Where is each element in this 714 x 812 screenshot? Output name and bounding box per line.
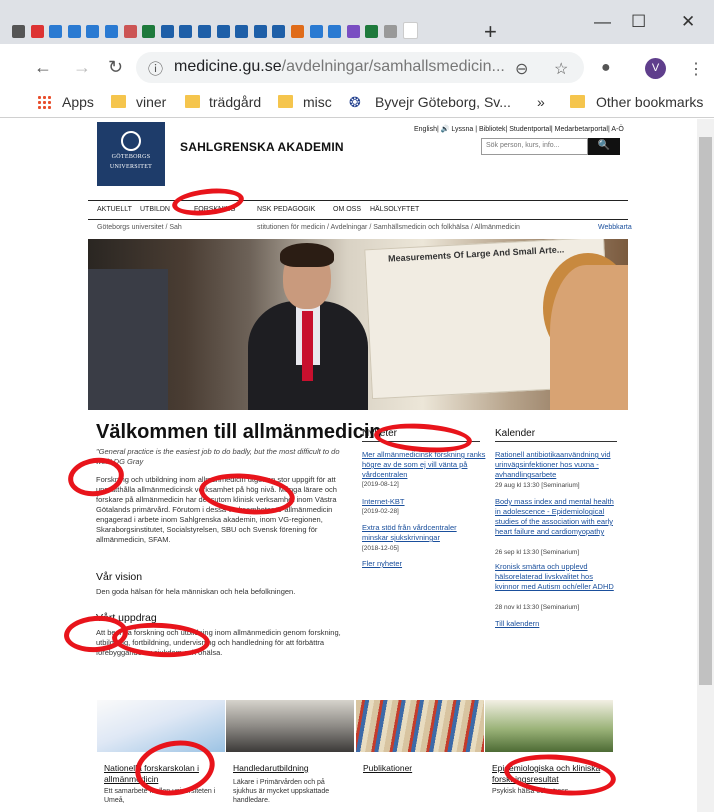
calendar-item-2[interactable]: Body mass index and mental health in ado… [495, 497, 617, 537]
profile-avatar[interactable]: V [645, 58, 666, 79]
seal-icon [121, 131, 141, 151]
forward-button[interactable]: → [73, 57, 91, 78]
nav-om-oss[interactable]: OM OSS [333, 206, 361, 213]
tab-favicon-icon[interactable] [272, 25, 286, 38]
calendar-meta-2: 26 sep kl 13:30 [Seminarium] [495, 549, 580, 556]
url-path: /avdelningar/samhallsmedicin... [281, 58, 505, 75]
breadcrumb-start[interactable]: Göteborgs universitet / Sah [97, 224, 182, 231]
reload-button[interactable]: ↻ [108, 57, 123, 78]
university-logo[interactable]: GÖTEBORGS UNIVERSITET [97, 122, 165, 186]
extension-icon[interactable]: ● [601, 59, 611, 77]
folder-icon [111, 95, 126, 108]
tab-favicon-icon[interactable] [123, 25, 137, 38]
globe-icon: ❂ [349, 94, 361, 110]
news-date-2: [2019-02-28] [362, 508, 399, 515]
tab-favicon-icon[interactable] [216, 25, 230, 38]
utility-links[interactable]: English| 🔊 Lyssna | Bibliotek| Studentpo… [414, 125, 624, 133]
site-info-icon[interactable]: ⓘ [148, 58, 163, 79]
tab-favicon-icon[interactable] [198, 25, 211, 38]
tab-favicon-icon[interactable] [235, 25, 249, 38]
tab-favicon-icon[interactable] [328, 25, 342, 38]
calendar-heading: Kalender [495, 428, 617, 442]
menu-icon[interactable]: ⋮ [688, 59, 704, 79]
close-window-button[interactable]: ✕ [681, 12, 695, 32]
bookmark-misc[interactable]: misc [303, 94, 332, 110]
calendar-item-1[interactable]: Rationell antibiotikaanvändning vid urin… [495, 450, 617, 480]
calendar-item-3[interactable]: Kronisk smärta och upplevd hälsorelatera… [495, 562, 617, 592]
bookmarks-overflow[interactable]: » [537, 94, 545, 110]
tab-favicon-icon[interactable] [253, 25, 267, 38]
folder-icon [278, 95, 293, 108]
site-name[interactable]: SAHLGRENSKA AKADEMIN [180, 140, 344, 154]
minimize-button[interactable]: — [594, 12, 611, 32]
apps-grid-icon[interactable] [37, 95, 51, 109]
maximize-button[interactable]: ☐ [631, 12, 646, 32]
tab-favicon-icon[interactable] [346, 25, 360, 38]
bookmark-tradgard[interactable]: trädgård [209, 94, 261, 110]
card-body-handledare: Läkare i Primärvården och på sjukhus är … [233, 779, 330, 804]
card-image-handledare[interactable] [226, 700, 354, 752]
news-date-1: [2019-08-12] [362, 481, 399, 488]
tab-favicon-icon[interactable] [30, 25, 44, 38]
card-title-publikationer[interactable]: Publikationer [363, 763, 478, 774]
site-search-input[interactable]: Sök person, kurs, info... [481, 138, 588, 155]
back-button[interactable]: ← [34, 57, 52, 78]
tab-favicon-icon[interactable] [365, 25, 379, 38]
tab-favicon-icon[interactable] [12, 25, 25, 38]
search-icon: 🔍 [597, 140, 611, 151]
folder-icon [570, 95, 585, 108]
breadcrumb-end[interactable]: stitutionen för medicin / Avdelningar / … [257, 224, 520, 231]
tab-favicon-icon[interactable] [384, 25, 397, 38]
new-tab-button[interactable]: + [484, 19, 497, 45]
scrollbar-thumb[interactable] [699, 137, 712, 685]
tab-favicon-icon[interactable] [67, 25, 81, 38]
vision-text: Den goda hälsan för hela människan och h… [96, 587, 296, 596]
bookmark-star-icon[interactable]: ☆ [554, 59, 568, 79]
tab-favicon-icon[interactable] [86, 25, 100, 38]
news-item-1[interactable]: Mer allmänmedicinsk forskning ranks högr… [362, 450, 487, 480]
tab-favicon-icon[interactable] [105, 25, 118, 38]
calendar-meta-3: 28 nov kl 13:30 [Seminarium] [495, 604, 580, 611]
search-button[interactable]: 🔍 [588, 138, 620, 155]
news-item-2[interactable]: Internet-KBT [362, 497, 487, 507]
nav-utbildning[interactable]: UTBILDN [140, 206, 170, 213]
zoom-icon[interactable]: ⊖ [515, 59, 528, 79]
bookmark-viner[interactable]: viner [136, 94, 166, 110]
calendar-all-link[interactable]: Till kalendern [495, 619, 539, 629]
url-host: medicine.gu.se [174, 58, 282, 75]
news-item-3[interactable]: Extra stöd från vårdcentraler minskar sj… [362, 523, 480, 543]
nav-aktuellt[interactable]: AKTUELLT [97, 206, 132, 213]
bookmark-other[interactable]: Other bookmarks [596, 94, 703, 110]
vision-heading: Vår vision [96, 571, 143, 583]
news-date-3: [2018-12-05] [362, 545, 399, 552]
logo-text-2: UNIVERSITET [109, 164, 153, 170]
nav-halsolyftet[interactable]: HÄLSOLYFTET [370, 206, 419, 213]
nav-pedagogik[interactable]: NSK PEDAGOGIK [257, 206, 315, 213]
tab-favicon-icon[interactable] [179, 25, 193, 38]
tab-favicon-icon[interactable] [142, 25, 156, 38]
more-news-link[interactable]: Fler nyheter [362, 559, 402, 569]
tab-favicon-icon[interactable] [402, 22, 418, 39]
calendar-meta-1: 29 aug kl 13:30 [Seminarium] [495, 482, 580, 489]
logo-text-1: GÖTEBORGS [111, 154, 151, 160]
folder-icon [185, 95, 200, 108]
tab-favicon-icon[interactable] [309, 25, 323, 38]
tab-favicon-icon[interactable] [291, 25, 304, 38]
sitemap-link[interactable]: Webbkarta [598, 224, 632, 231]
hero-photo: Measurements Of Large And Small Arte... [88, 239, 628, 410]
card-title-handledare[interactable]: Handledarutbildning [233, 763, 348, 774]
intro-quote: "General practice is the easiest job to … [96, 447, 340, 466]
card-image-epidemiologi[interactable] [485, 700, 613, 752]
bookmark-byvejr[interactable]: Byvejr Göteborg, Sv... [375, 94, 511, 110]
bookmark-apps[interactable]: Apps [62, 94, 94, 110]
tab-favicon-icon[interactable] [160, 25, 174, 38]
tab-favicon-icon[interactable] [49, 25, 63, 38]
card-image-publikationer[interactable] [356, 700, 484, 752]
page-title: Välkommen till allmänmedicin [96, 421, 382, 443]
